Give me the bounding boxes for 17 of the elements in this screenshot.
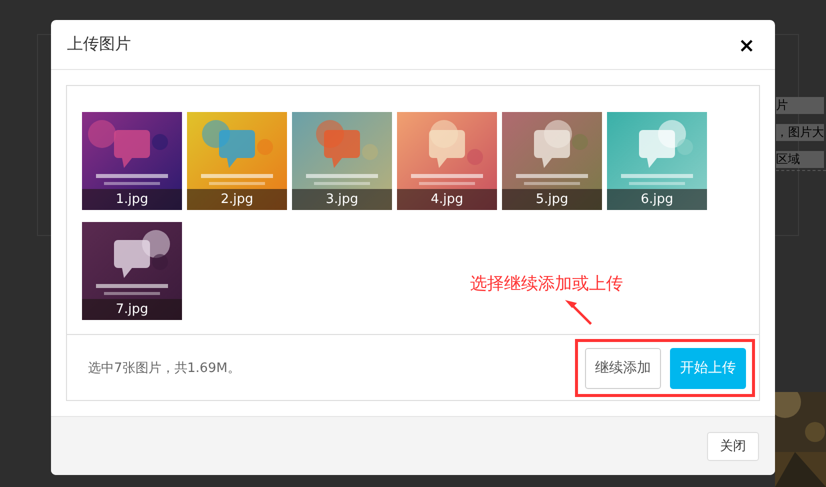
file-name: 4.jpg [430,192,464,207]
close-button[interactable]: 关闭 [707,432,759,460]
annotation-text: 选择继续添加或上传 [470,273,623,295]
file-name: 2.jpg [220,192,254,207]
background-text: ，图片大 [776,124,824,141]
annotation-arrow [565,300,593,326]
file-name: 1.jpg [116,192,148,207]
file-name: 6.jpg [640,192,674,207]
file-name: 7.jpg [116,302,148,317]
background-text: 片 [776,97,824,114]
file-name: 5.jpg [536,192,568,207]
background-text: 区域 [776,151,824,168]
add-more-button[interactable]: 继续添加 [585,348,661,388]
dialog-title: 上传图片 [67,34,131,55]
summary-text: 选中7张图片，共1.69M。 [88,360,240,376]
file-name: 3.jpg [326,192,358,207]
close-button[interactable]: × [734,24,759,65]
